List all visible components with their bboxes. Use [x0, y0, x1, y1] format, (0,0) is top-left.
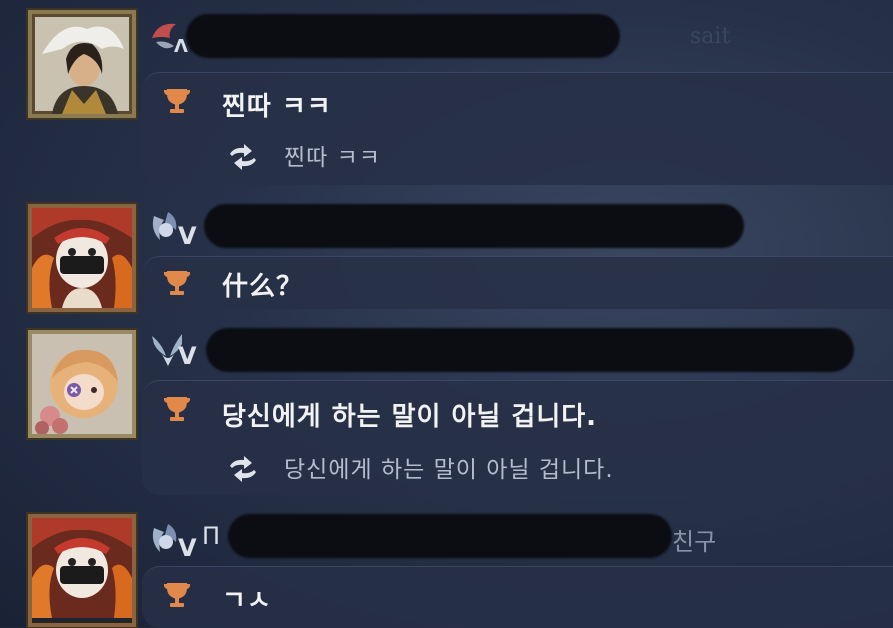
trophy-icon — [164, 583, 190, 607]
translate-arrows-icon[interactable] — [226, 456, 260, 482]
avatar[interactable] — [28, 330, 136, 438]
redacted-player-name — [186, 14, 620, 58]
message-text[interactable]: ㄱㅅ — [222, 580, 272, 617]
avatar[interactable] — [28, 204, 136, 312]
redacted-player-name — [228, 514, 672, 558]
avatar-masked-character-icon — [32, 518, 132, 618]
avatar[interactable] — [28, 514, 136, 627]
trophy-icon — [164, 271, 190, 295]
name-prefix: V — [178, 342, 197, 370]
translate-arrows-icon[interactable] — [226, 144, 260, 170]
name-start: Π — [202, 522, 221, 550]
redacted-player-name — [206, 328, 854, 372]
name-prefix: V — [178, 534, 197, 562]
message-text[interactable]: 찐따 ㅋㅋ — [222, 86, 332, 123]
name-prefix: V — [178, 222, 197, 250]
translated-text: 당신에게 하는 말이 아닐 겁니다. — [284, 457, 614, 483]
background-deco-text: sait — [690, 24, 731, 49]
avatar[interactable] — [28, 10, 136, 118]
avatar-masked-character-icon — [32, 208, 132, 308]
message-text[interactable]: 당신에게 하는 말이 아닐 겁니다. — [222, 396, 597, 433]
avatar-portrait-icon — [32, 14, 132, 114]
trophy-icon — [164, 89, 190, 113]
trophy-icon — [164, 397, 190, 421]
avatar-doll-character-icon — [32, 334, 132, 434]
translated-text: 찐따 ㅋㅋ — [284, 145, 381, 171]
name-suffix: 친구 — [672, 528, 717, 556]
redacted-player-name — [204, 204, 744, 248]
message-text[interactable]: 什么？ — [222, 266, 303, 303]
